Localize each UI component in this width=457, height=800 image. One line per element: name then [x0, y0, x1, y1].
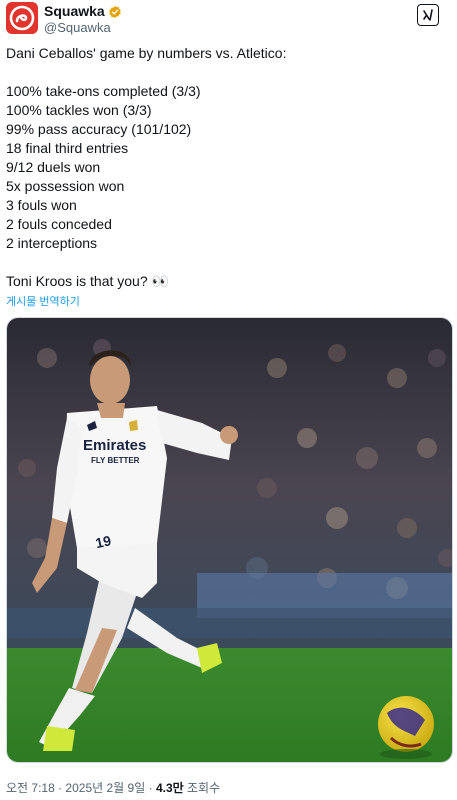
author-display-name-row[interactable]: Squawka: [44, 3, 122, 20]
tweet-media-photo[interactable]: Emirates FLY BETTER 19: [6, 317, 453, 763]
grok-icon: [423, 9, 433, 21]
player-photo: Emirates FLY BETTER 19: [7, 318, 452, 762]
author-display-name[interactable]: Squawka: [44, 3, 105, 20]
shirt-slogan: FLY BETTER: [91, 456, 140, 465]
author-names: Squawka @Squawka: [44, 3, 122, 36]
grok-button[interactable]: [417, 4, 439, 26]
tweet-meta: 오전 7:18 · 2025년 2월 9일 · 4.3만 조회수: [6, 779, 220, 796]
shirt-sponsor: Emirates: [83, 437, 146, 454]
views-label: 조회수: [183, 781, 221, 795]
squawka-logo-icon: [9, 5, 35, 31]
verified-badge-icon: [108, 5, 121, 18]
views-count: 4.3만: [155, 781, 184, 795]
tweet-timestamp[interactable]: 오전 7:18 · 2025년 2월 9일 ·: [6, 781, 156, 795]
author-handle[interactable]: @Squawka: [44, 20, 122, 36]
tweet-header: Squawka @Squawka: [6, 2, 451, 40]
tweet-text: Dani Ceballos' game by numbers vs. Atlet…: [6, 45, 287, 289]
avatar[interactable]: [6, 2, 38, 34]
translate-post-link[interactable]: 게시물 번역하기: [6, 293, 80, 309]
